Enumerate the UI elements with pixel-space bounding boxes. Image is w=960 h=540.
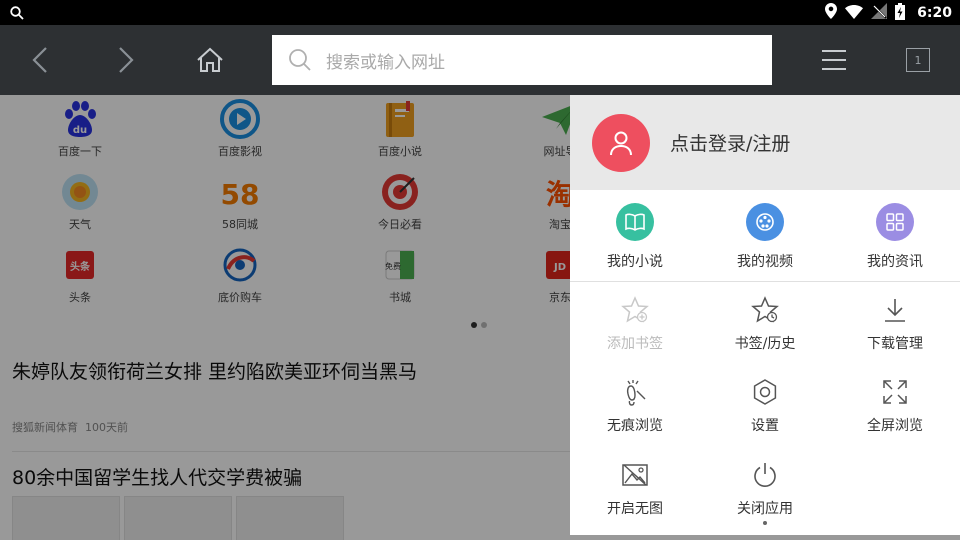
settings-gear-icon [750,377,780,407]
tool-label: 无痕浏览 [607,418,663,434]
tool-label: 全屏浏览 [867,418,923,434]
tab-count: 1 [906,48,930,72]
wifi-icon [845,4,864,23]
grid-apps-icon [876,203,914,241]
user-icon [610,131,632,155]
add-bookmark-button[interactable]: 添加书签 [570,295,700,353]
tool-label: 添加书签 [607,336,663,352]
status-bar: 6:20 [0,0,960,25]
divider [570,281,960,282]
fullscreen-icon [880,377,910,407]
clock: 6:20 [917,5,952,21]
tabs-button[interactable]: 1 [902,25,934,95]
fullscreen-button[interactable]: 全屏浏览 [830,377,960,435]
no-signal-icon [871,3,888,23]
film-reel-icon [746,203,784,241]
bookmarks-history-button[interactable]: 书签/历史 [700,295,830,353]
star-add-icon [620,295,650,325]
tool-label: 下载管理 [867,336,923,352]
feature-label: 我的视频 [737,254,793,270]
home-button[interactable] [190,25,230,95]
download-icon [880,295,910,325]
home-icon [197,47,223,72]
browser-menu-panel: 点击登录/注册 我的小说 我的视频 我的资讯 添加书签 书签/历史 下载管理 无… [570,95,960,535]
exit-app-button[interactable]: 关闭应用 [700,460,830,518]
feature-label: 我的小说 [607,254,663,270]
forward-button[interactable] [106,25,146,95]
footprint-icon [620,377,650,407]
battery-charging-icon [895,2,906,24]
my-news-button[interactable]: 我的资讯 [830,203,960,271]
browser-toolbar: 搜索或输入网址 1 [0,25,960,95]
search-input-placeholder: 搜索或输入网址 [326,52,445,73]
book-open-icon [616,203,654,241]
my-novels-button[interactable]: 我的小说 [570,203,700,271]
settings-button[interactable]: 设置 [700,377,830,435]
tool-label: 书签/历史 [734,336,796,352]
back-icon [32,47,47,73]
back-button[interactable] [20,25,60,95]
address-bar[interactable]: 搜索或输入网址 [272,35,772,85]
search-icon [288,48,312,72]
incognito-button[interactable]: 无痕浏览 [570,377,700,435]
menu-button[interactable] [816,25,852,95]
feature-label: 我的资讯 [867,254,923,270]
avatar[interactable] [592,113,650,172]
download-manager-button[interactable]: 下载管理 [830,295,960,353]
login-link[interactable]: 点击登录/注册 [670,129,790,156]
menu-icon [822,50,846,70]
menu-page-indicator [763,521,767,525]
login-header[interactable]: 点击登录/注册 [570,95,960,190]
forward-icon [119,47,134,73]
tool-label: 设置 [751,418,779,434]
star-clock-icon [750,295,780,325]
location-icon [825,3,838,23]
tool-label: 开启无图 [607,501,663,517]
power-icon [750,460,780,490]
tool-label: 关闭应用 [737,501,793,517]
no-image-icon [620,460,650,490]
my-videos-button[interactable]: 我的视频 [700,203,830,271]
no-image-mode-button[interactable]: 开启无图 [570,460,700,518]
search-icon[interactable] [10,5,24,24]
